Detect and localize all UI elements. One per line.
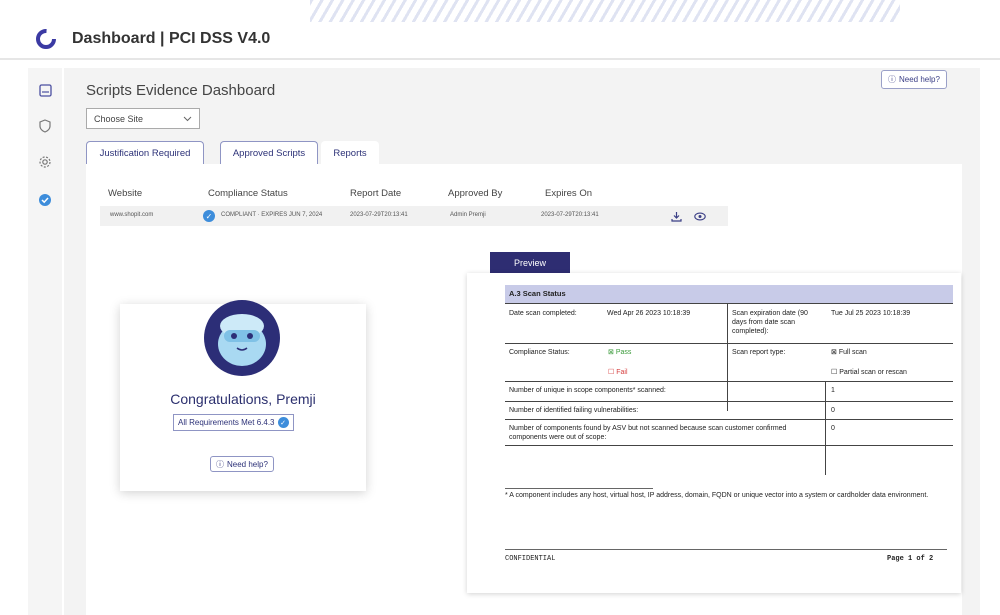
need-help-label: Need help? [899, 75, 940, 84]
row-report-date: 2023-07-29T20:13:41 [350, 212, 408, 218]
checkbox-empty-icon: ☐ [608, 369, 617, 376]
partial-scan-option: ☐ Partial scan or rescan [831, 369, 907, 376]
expiration-value: Tue Jul 25 2023 10:18:39 [831, 310, 911, 317]
checkbox-checked-icon: ⊠ [831, 349, 839, 356]
full-scan-option: ⊠ Full scan [831, 349, 867, 356]
failing-vulns-value: 0 [831, 407, 835, 414]
help-icon: ⓘ [216, 459, 224, 469]
need-help-button[interactable]: ⓘ Need help? [881, 70, 947, 89]
avatar [204, 300, 280, 376]
table-row[interactable]: www.shopit.com ✓ COMPLIANT · EXPIRES JUN… [100, 206, 728, 226]
column-header-compliance-status: Compliance Status [208, 188, 288, 199]
unique-components-value: 1 [831, 387, 835, 394]
not-scanned-label: Number of components found by ASV but no… [509, 425, 787, 441]
checkbox-empty-icon: ☐ [831, 369, 840, 376]
view-icon[interactable] [694, 210, 706, 222]
app-logo-icon [36, 29, 56, 49]
requirements-label: All Requirements Met 6.4.3 [178, 418, 275, 427]
preview-tab[interactable]: Preview [490, 252, 570, 273]
app-title: Dashboard | PCI DSS V4.0 [72, 30, 271, 47]
main-content: Scripts Evidence Dashboard ⓘ Need help? … [64, 68, 980, 615]
requirements-badge: All Requirements Met 6.4.3 ✓ [173, 414, 294, 431]
check-icon: ✓ [277, 417, 289, 428]
section-heading: A.3 Scan Status [505, 285, 953, 303]
card-need-help-label: Need help? [227, 459, 268, 469]
shield-icon[interactable] [37, 118, 53, 134]
date-completed-label: Date scan completed: [509, 310, 577, 317]
tab-reports[interactable]: Reports [321, 141, 379, 165]
report-type-label: Scan report type: [732, 349, 786, 356]
failing-vulns-label: Number of identified failing vulnerabili… [509, 407, 639, 414]
chevron-down-icon [183, 116, 192, 121]
sidebar [28, 68, 62, 615]
divider [0, 58, 1000, 60]
download-icon[interactable] [670, 210, 682, 222]
header-decoration [310, 0, 900, 22]
column-header-approved-by: Approved By [448, 188, 503, 199]
row-approved-by: Admin Premji [450, 212, 486, 218]
report-preview: A.3 Scan Status Date scan completed: Wed… [467, 273, 961, 593]
compliance-status-label: Compliance Status: [509, 349, 570, 356]
unique-components-label: Number of unique in scope components* sc… [509, 387, 666, 394]
card-need-help-button[interactable]: ⓘ Need help? [210, 456, 274, 472]
check-badge-icon[interactable] [37, 192, 53, 208]
page-title: Scripts Evidence Dashboard [86, 82, 276, 99]
top-bar: Dashboard | PCI DSS V4.0 [0, 22, 1000, 58]
row-status: COMPLIANT · EXPIRES JUN 7, 2024 [221, 212, 323, 218]
footnote: * A component includes any host, virtual… [505, 492, 929, 499]
column-header-expires-on: Expires On [545, 188, 592, 199]
expiration-label: Scan expiration date (90 days from date … [732, 310, 808, 335]
congratulations-heading: Congratulations, Premji [170, 391, 316, 407]
footer-confidential: CONFIDENTIAL [505, 555, 556, 563]
column-header-website: Website [108, 188, 143, 199]
dashboard-icon[interactable] [37, 82, 53, 98]
pass-option: ⊠ Pass [608, 349, 632, 356]
congratulations-card: Congratulations, Premji All Requirements… [120, 300, 366, 491]
row-expires-on: 2023-07-29T20:13:41 [541, 212, 599, 218]
gear-icon[interactable] [37, 154, 53, 170]
tab-approved-scripts[interactable]: Approved Scripts [220, 141, 318, 165]
site-select[interactable]: Choose Site [86, 108, 200, 129]
row-website: www.shopit.com [110, 212, 154, 218]
compliant-check-icon: ✓ [203, 210, 215, 222]
checkbox-checked-icon: ⊠ [608, 349, 616, 356]
column-header-report-date: Report Date [350, 188, 402, 199]
help-icon: ⓘ [888, 75, 896, 84]
footer-page-number: Page 1 of 2 [887, 555, 934, 563]
not-scanned-value: 0 [831, 425, 835, 432]
fail-option: ☐ Fail [608, 369, 628, 376]
reports-panel: Website Compliance Status Report Date Ap… [86, 164, 962, 615]
tab-justification-required[interactable]: Justification Required [86, 141, 204, 165]
date-completed-value: Wed Apr 26 2023 10:18:39 [607, 310, 691, 317]
site-select-value: Choose Site [94, 113, 144, 124]
